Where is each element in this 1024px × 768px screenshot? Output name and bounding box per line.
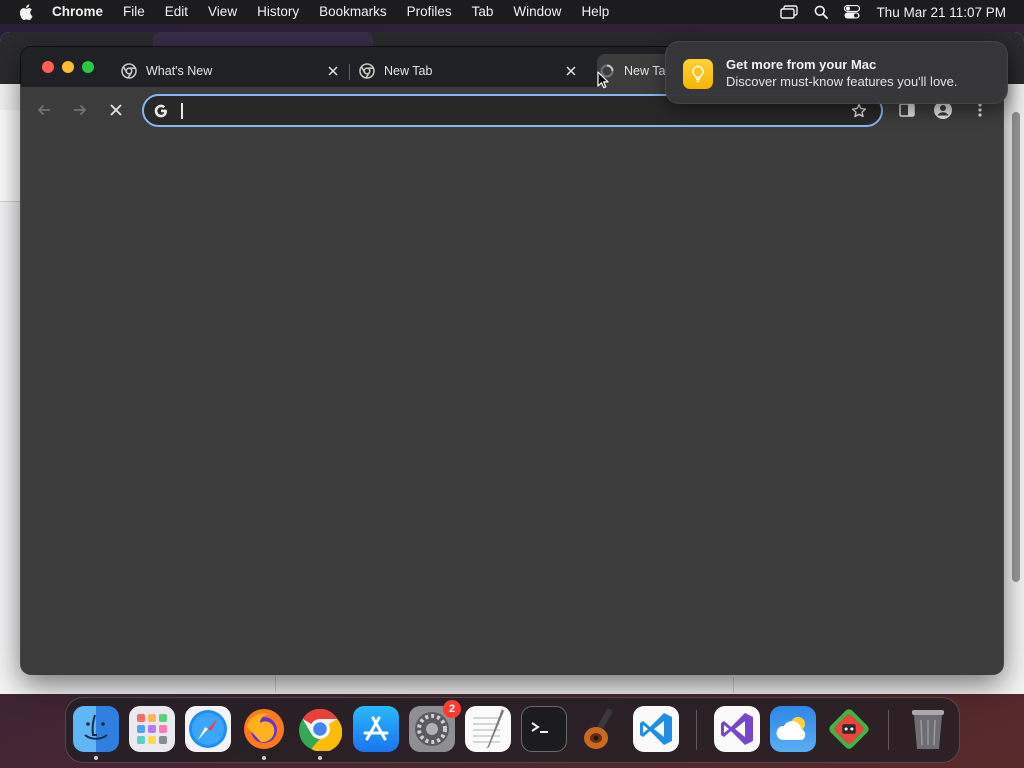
dock-launchpad-icon[interactable] bbox=[129, 706, 175, 752]
running-indicator bbox=[318, 756, 322, 760]
menu-view[interactable]: View bbox=[198, 0, 247, 24]
menu-profiles[interactable]: Profiles bbox=[397, 0, 462, 24]
menu-help[interactable]: Help bbox=[571, 0, 619, 24]
menu-window[interactable]: Window bbox=[503, 0, 571, 24]
address-bar-input[interactable] bbox=[179, 102, 819, 119]
background-window-divider bbox=[733, 677, 734, 693]
text-cursor bbox=[181, 102, 183, 119]
dock-separator bbox=[888, 710, 889, 750]
running-indicator bbox=[262, 756, 266, 760]
back-button[interactable] bbox=[33, 99, 55, 121]
dock-vscode-icon[interactable] bbox=[633, 706, 679, 752]
tab-new-tab[interactable]: New Tab bbox=[359, 54, 579, 87]
tab-separator bbox=[349, 64, 350, 80]
tab-title: What's New bbox=[146, 63, 213, 78]
background-window-scrollbar[interactable] bbox=[1012, 112, 1020, 582]
menu-edit[interactable]: Edit bbox=[155, 0, 198, 24]
lightbulb-icon bbox=[683, 59, 713, 89]
google-g-icon bbox=[154, 104, 167, 117]
close-tab-icon[interactable] bbox=[325, 63, 341, 79]
apple-menu-icon[interactable] bbox=[0, 4, 52, 20]
notification-title: Get more from your Mac bbox=[726, 57, 877, 72]
chrome-icon bbox=[359, 62, 375, 79]
dock-finder-icon[interactable] bbox=[73, 706, 119, 752]
screen-mirroring-icon[interactable] bbox=[780, 5, 799, 19]
notification-banner[interactable]: Get more from your Mac Discover must-kno… bbox=[665, 41, 1008, 104]
menu-file[interactable]: File bbox=[113, 0, 155, 24]
notification-badge: 2 bbox=[443, 700, 461, 718]
dock-garageband-icon[interactable] bbox=[577, 706, 623, 752]
close-icon bbox=[110, 104, 122, 116]
stop-loading-button[interactable] bbox=[105, 99, 127, 121]
menu-clock[interactable]: Thu Mar 21 11:07 PM bbox=[876, 5, 1006, 20]
control-center-icon[interactable] bbox=[844, 5, 861, 19]
running-indicator bbox=[94, 756, 98, 760]
forward-button[interactable] bbox=[69, 99, 91, 121]
window-controls bbox=[42, 61, 94, 73]
mouse-pointer-icon bbox=[597, 71, 609, 89]
dock-separator bbox=[696, 710, 697, 750]
menu-history[interactable]: History bbox=[247, 0, 309, 24]
close-window-button[interactable] bbox=[42, 61, 54, 73]
menu-tab[interactable]: Tab bbox=[462, 0, 504, 24]
background-window-sidebar bbox=[0, 110, 22, 202]
dock-chrome-icon[interactable] bbox=[297, 706, 343, 752]
dock-system-settings-icon[interactable]: 2 bbox=[409, 700, 461, 752]
close-tab-icon[interactable] bbox=[563, 63, 579, 79]
minimize-window-button[interactable] bbox=[62, 61, 74, 73]
arrow-right-icon bbox=[74, 104, 87, 116]
background-window-divider bbox=[275, 677, 276, 693]
menu-bookmarks[interactable]: Bookmarks bbox=[309, 0, 397, 24]
menu-bar: Chrome File Edit View History Bookmarks … bbox=[0, 0, 1024, 24]
dock-weather-icon[interactable] bbox=[770, 706, 816, 752]
dock-app-store-icon[interactable] bbox=[353, 706, 399, 752]
bookmark-star-icon[interactable] bbox=[851, 103, 867, 119]
dock-textedit-icon[interactable] bbox=[465, 706, 511, 752]
dock-visual-studio-icon[interactable] bbox=[714, 706, 760, 752]
dock-trash-icon[interactable] bbox=[905, 706, 951, 752]
notification-body: Discover must-know features you'll love. bbox=[726, 74, 958, 89]
chrome-icon bbox=[121, 62, 137, 79]
tab-title: New Tab bbox=[384, 63, 433, 78]
dock-safari-icon[interactable] bbox=[185, 706, 231, 752]
chrome-window: What's New New Tab New Ta bbox=[21, 47, 1003, 674]
tab-whats-new[interactable]: What's New bbox=[121, 54, 341, 87]
dock-game-app-icon[interactable] bbox=[826, 706, 872, 752]
arrow-left-icon bbox=[37, 104, 50, 116]
spotlight-search-icon[interactable] bbox=[814, 5, 829, 19]
menu-app-chrome[interactable]: Chrome bbox=[52, 0, 113, 24]
dock-terminal-icon[interactable] bbox=[521, 706, 567, 752]
dock: 2 bbox=[65, 697, 960, 763]
dock-firefox-icon[interactable] bbox=[241, 706, 287, 752]
maximize-window-button[interactable] bbox=[82, 61, 94, 73]
page-content bbox=[21, 133, 1003, 674]
